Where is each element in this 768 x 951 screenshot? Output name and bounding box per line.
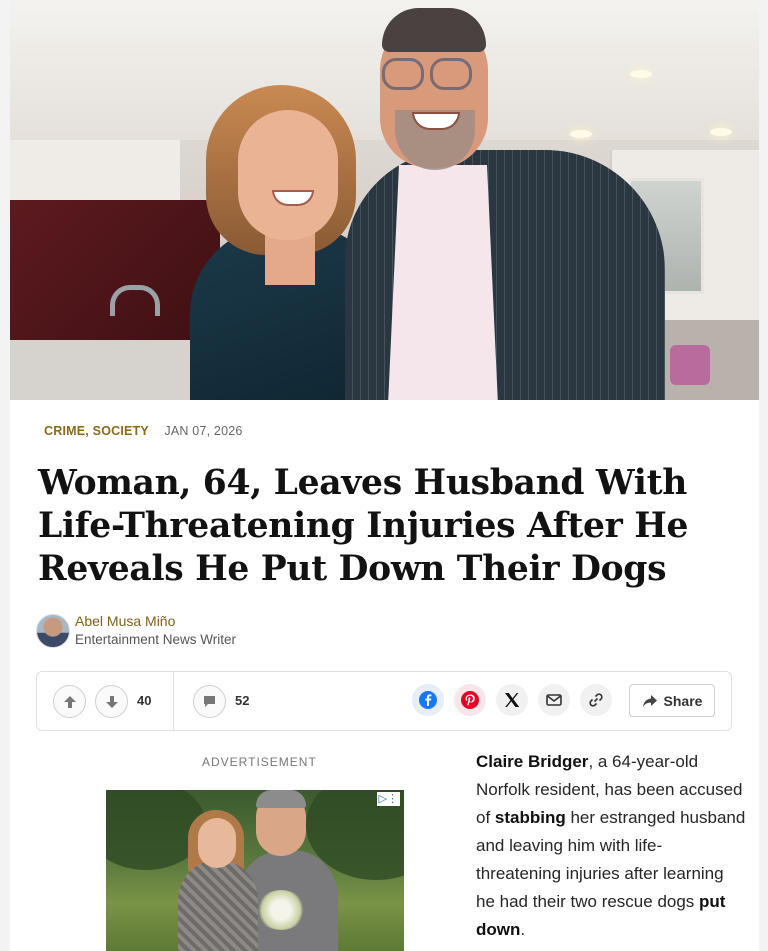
category-link-crime[interactable]: CRIME [44, 424, 85, 438]
category-separator: , [85, 424, 89, 438]
email-share-button[interactable] [538, 684, 570, 716]
author-name-link[interactable]: Abel Musa Miño [75, 613, 175, 629]
arrow-down-icon [105, 695, 118, 708]
advertisement-image[interactable]: ▷⋮ [106, 790, 404, 951]
author-avatar[interactable] [36, 614, 70, 648]
upvote-button[interactable] [53, 685, 86, 718]
publish-date: JAN 07, 2026 [164, 424, 243, 438]
facebook-icon [419, 691, 437, 709]
link-icon [589, 693, 603, 707]
article-meta: CRIME, SOCIETY JAN 07, 2026 [44, 424, 243, 438]
author-role: Entertainment News Writer [75, 632, 237, 647]
comments-button[interactable] [193, 685, 226, 718]
downvote-button[interactable] [95, 685, 128, 718]
body-segment: Claire Bridger [476, 752, 589, 771]
pinterest-share-button[interactable] [454, 684, 486, 716]
article-action-bar: 40 52 Share [36, 671, 732, 731]
x-icon [505, 693, 520, 707]
body-segment: stabbing [494, 808, 566, 827]
share-button-label: Share [663, 692, 703, 709]
comment-icon [204, 696, 215, 707]
share-button[interactable]: Share [629, 684, 715, 717]
facebook-share-button[interactable] [412, 684, 444, 716]
x-share-button[interactable] [496, 684, 528, 716]
copy-link-button[interactable] [580, 684, 612, 716]
body-segment: . [520, 920, 526, 939]
article-page: CRIME, SOCIETY JAN 07, 2026 Woman, 64, L… [10, 0, 759, 951]
article-body-paragraph: Claire Bridger, a 64-year-old Norfolk re… [476, 748, 746, 944]
adchoices-icon[interactable]: ▷⋮ [376, 792, 400, 806]
pinterest-icon [461, 691, 479, 709]
email-icon [546, 694, 562, 706]
bar-divider [173, 672, 174, 730]
arrow-up-icon [63, 695, 76, 708]
category-link-society[interactable]: SOCIETY [93, 424, 149, 438]
hero-image [10, 0, 759, 400]
share-arrow-icon [642, 694, 657, 707]
comment-count: 52 [235, 693, 250, 708]
article-headline: Woman, 64, Leaves Husband With Life-Thre… [38, 463, 689, 589]
vote-count: 40 [137, 693, 152, 708]
advertisement-label: ADVERTISEMENT [202, 755, 317, 769]
